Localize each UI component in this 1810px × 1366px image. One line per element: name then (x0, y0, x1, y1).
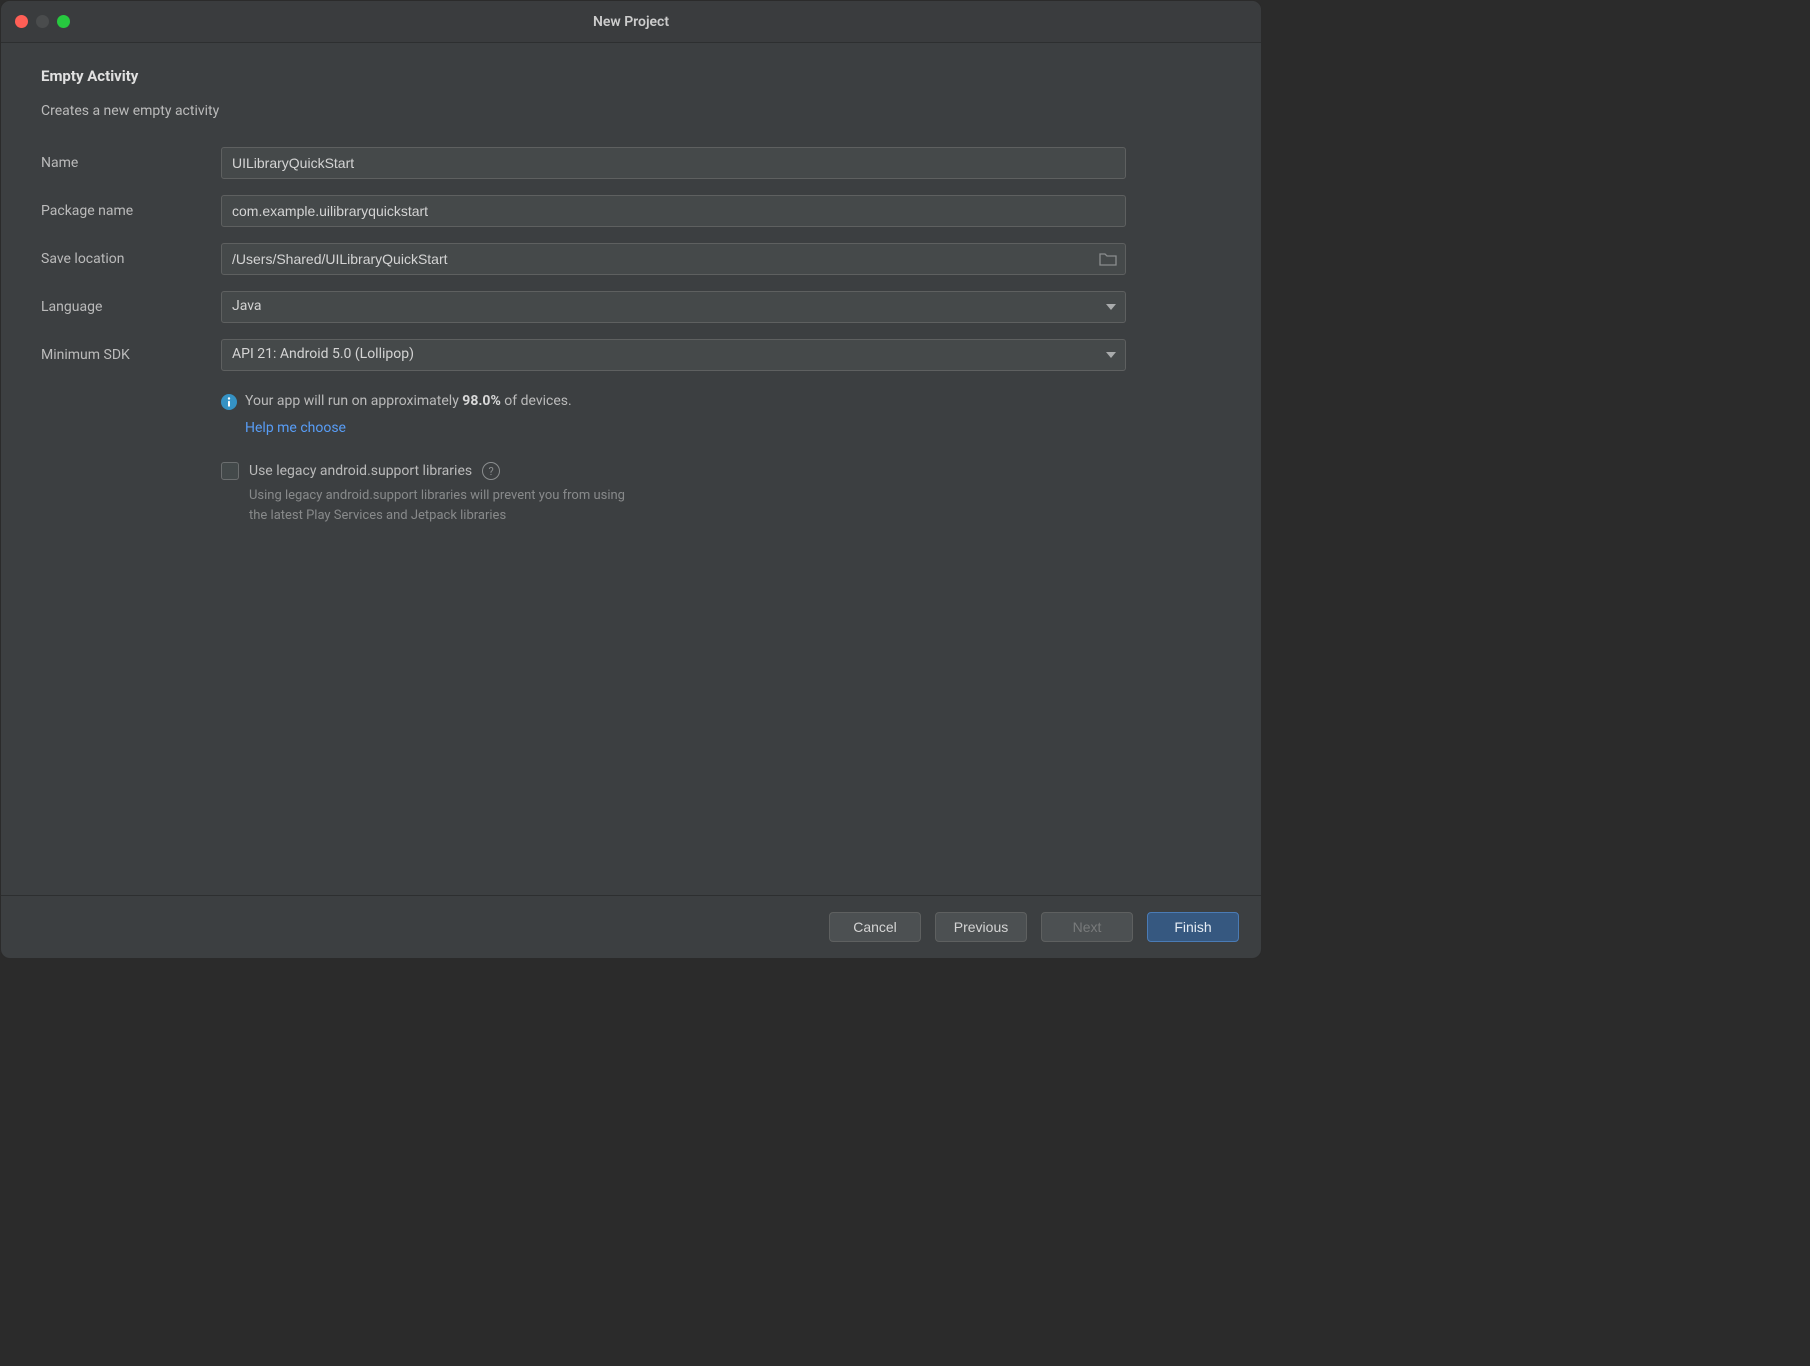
save-location-label: Save location (41, 251, 221, 267)
previous-button[interactable]: Previous (935, 912, 1027, 942)
device-coverage-info: Your app will run on approximately 98.0%… (221, 393, 1126, 410)
zoom-window-button[interactable] (57, 15, 70, 28)
page-title: Empty Activity (41, 67, 1221, 85)
language-select[interactable]: Java (221, 291, 1126, 323)
coverage-prefix: Your app will run on approximately (245, 393, 462, 409)
device-coverage-block: Your app will run on approximately 98.0%… (221, 387, 1126, 525)
legacy-libraries-row: Use legacy android.support libraries ? (221, 462, 1126, 480)
row-package: Package name (41, 195, 1221, 227)
row-min-sdk: Minimum SDK API 21: Android 5.0 (Lollipo… (41, 339, 1221, 371)
row-language: Language Java (41, 291, 1221, 323)
finish-button[interactable]: Finish (1147, 912, 1239, 942)
legacy-libraries-checkbox[interactable] (221, 462, 239, 480)
cancel-button[interactable]: Cancel (829, 912, 921, 942)
help-me-choose-link[interactable]: Help me choose (245, 420, 346, 436)
legacy-libraries-label: Use legacy android.support libraries (249, 463, 472, 479)
name-label: Name (41, 155, 221, 171)
browse-folder-button[interactable] (1098, 251, 1118, 267)
row-name: Name (41, 147, 1221, 179)
coverage-percent: 98.0% (462, 393, 501, 409)
legacy-libraries-subtext: Using legacy android.support libraries w… (249, 486, 769, 525)
dialog-footer: Cancel Previous Next Finish (1, 895, 1261, 958)
row-save-location: Save location (41, 243, 1221, 275)
name-input[interactable] (221, 147, 1126, 179)
next-button: Next (1041, 912, 1133, 942)
window-title: New Project (593, 14, 669, 30)
legacy-subtext-2: the latest Play Services and Jetpack lib… (249, 508, 506, 523)
min-sdk-label: Minimum SDK (41, 347, 221, 363)
coverage-text: Your app will run on approximately 98.0%… (245, 393, 572, 409)
titlebar: New Project (1, 1, 1261, 43)
minimize-window-button[interactable] (36, 15, 49, 28)
coverage-suffix: of devices. (501, 393, 572, 409)
package-label: Package name (41, 203, 221, 219)
close-window-button[interactable] (15, 15, 28, 28)
min-sdk-select[interactable]: API 21: Android 5.0 (Lollipop) (221, 339, 1126, 371)
info-icon (221, 394, 237, 410)
window-controls (15, 15, 70, 28)
page-subtitle: Creates a new empty activity (41, 103, 1221, 119)
save-location-input[interactable] (221, 243, 1126, 275)
language-label: Language (41, 299, 221, 315)
legacy-subtext-1: Using legacy android.support libraries w… (249, 488, 625, 503)
help-icon[interactable]: ? (482, 462, 500, 480)
dialog-content: Empty Activity Creates a new empty activ… (1, 43, 1261, 895)
package-input[interactable] (221, 195, 1126, 227)
new-project-dialog: New Project Empty Activity Creates a new… (0, 0, 1262, 959)
folder-icon (1099, 252, 1117, 266)
